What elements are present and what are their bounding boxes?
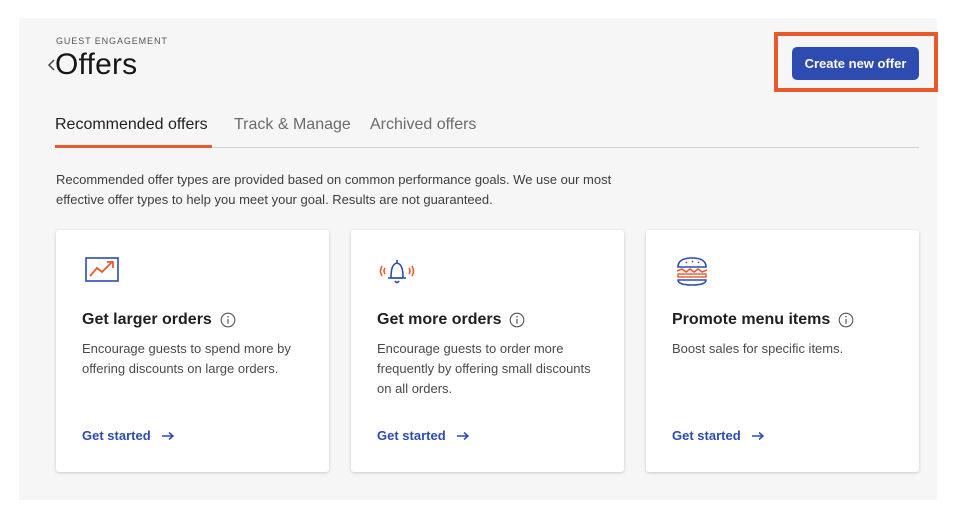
offer-card-more-orders: Get more orders Encourage guests to orde… (351, 230, 624, 472)
offer-card-promote-menu-items: Promote menu items Boost sales for speci… (646, 230, 919, 472)
create-new-offer-button[interactable]: Create new offer (792, 47, 919, 80)
info-icon[interactable] (509, 312, 525, 328)
info-icon[interactable] (838, 312, 854, 328)
offers-tabs: Recommended offers Track & Manage Archiv… (55, 114, 919, 148)
info-icon[interactable] (220, 312, 236, 328)
get-started-label: Get started (377, 428, 446, 443)
card-title-text: Get larger orders (82, 311, 212, 328)
ringing-bell-icon (379, 260, 415, 284)
card-title-text: Promote menu items (672, 311, 831, 328)
offers-panel: GUEST ENGAGEMENT Offers Create new offer… (19, 18, 938, 500)
trending-up-chart-icon (85, 257, 119, 282)
tab-track-manage[interactable]: Track & Manage (234, 116, 351, 148)
card-title: Promote menu items (672, 311, 854, 329)
card-title-text: Get more orders (377, 311, 502, 328)
offer-card-larger-orders: Get larger orders Encourage guests to sp… (56, 230, 329, 472)
get-started-label: Get started (672, 428, 741, 443)
card-title: Get larger orders (82, 311, 236, 329)
card-description: Encourage guests to order more frequentl… (377, 341, 591, 396)
recommended-description: Recommended offer types are provided bas… (56, 172, 612, 207)
arrow-right-icon (161, 431, 174, 440)
card-description: Encourage guests to spend more by offeri… (82, 341, 291, 376)
get-started-label: Get started (82, 428, 151, 443)
tab-archived-offers[interactable]: Archived offers (370, 116, 476, 148)
get-started-link[interactable]: Get started (377, 428, 470, 443)
get-started-link[interactable]: Get started (672, 428, 765, 443)
card-title: Get more orders (377, 311, 525, 329)
page-title: Offers (55, 48, 138, 81)
arrow-right-icon (751, 431, 764, 440)
get-started-link[interactable]: Get started (82, 428, 175, 443)
tab-recommended-offers[interactable]: Recommended offers (55, 116, 212, 148)
page-eyebrow: GUEST ENGAGEMENT (56, 36, 168, 46)
arrow-right-icon (456, 431, 469, 440)
card-description: Boost sales for specific items. (672, 341, 844, 356)
burger-icon (676, 257, 708, 286)
